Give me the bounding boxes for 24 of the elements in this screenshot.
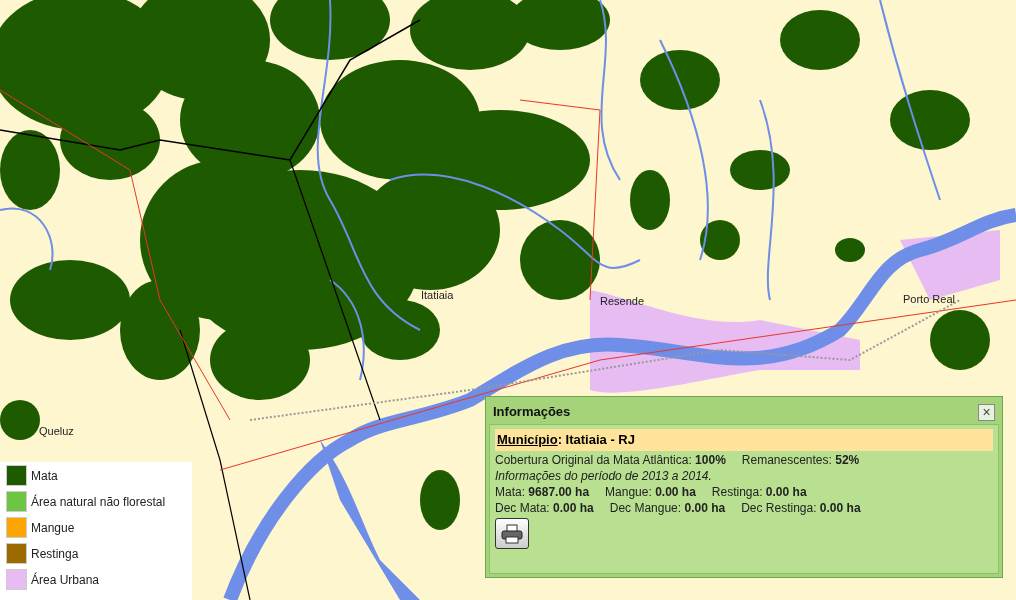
close-button[interactable]: ×	[978, 403, 995, 421]
stat-text: Dec Mangue: 0.00 ha	[609, 500, 726, 516]
legend-label: Restinga	[31, 545, 79, 563]
stat-text: Mata: 9687.00 ha	[495, 484, 590, 500]
coverage-text: Cobertura Original da Mata Atlântica: 100%	[495, 452, 726, 468]
stat-text: Restinga: 0.00 ha	[711, 484, 807, 500]
municipality-label: Município	[497, 432, 558, 448]
stat-text: Mangue: 0.00 ha	[605, 484, 696, 500]
legend-label: Área natural não florestal	[31, 493, 166, 511]
place-label: Porto Real	[903, 292, 955, 307]
place-label: Resende	[600, 294, 645, 309]
stat-text: Dec Restinga: 0.00 ha	[741, 500, 861, 516]
stat-text: Dec Mata: 0.00 ha	[495, 500, 594, 516]
place-label: Itatiaia	[421, 288, 454, 303]
popup-title: Informações	[493, 403, 571, 422]
legend-label: Área Urbana	[31, 571, 100, 589]
printer-icon	[501, 523, 523, 544]
legend-label: Mangue	[31, 519, 75, 537]
period-note: Informações do período de 2013 a 2014.	[495, 468, 713, 484]
print-button[interactable]	[495, 518, 529, 549]
municipality-name: : Itatiaia - RJ	[557, 432, 635, 448]
legend-label: Mata	[31, 467, 58, 485]
place-label: Queluz	[39, 424, 74, 439]
coverage-text: Remanescentes: 52%	[741, 452, 860, 468]
